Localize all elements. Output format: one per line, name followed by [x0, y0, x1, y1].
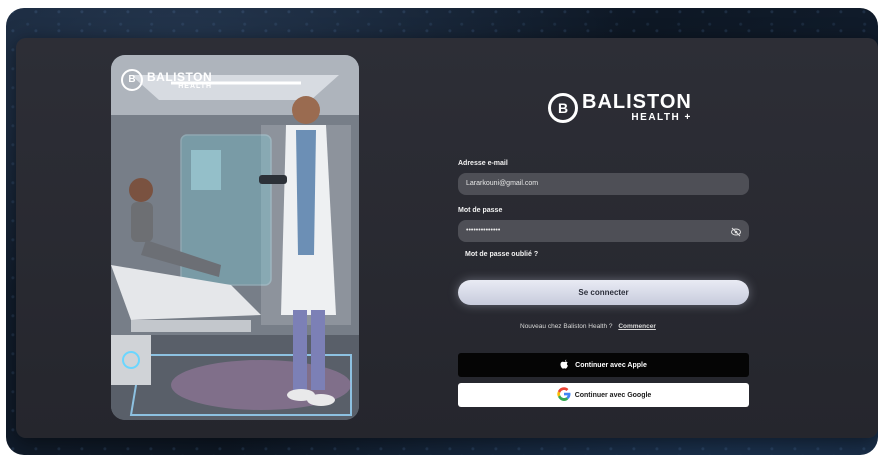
login-button[interactable]: Se connecter	[458, 280, 749, 305]
password-label: Mot de passe	[458, 207, 503, 214]
brand-logo: B BALISTON HEALTH +	[548, 92, 692, 123]
forgot-password-link[interactable]: Mot de passe oublié ?	[465, 251, 538, 258]
logo-wordmark: BALISTON	[147, 69, 213, 84]
google-icon	[556, 386, 572, 404]
illustration-logo: B BALISTON HEALTH	[121, 69, 212, 91]
password-value: ••••••••••••••	[466, 227, 501, 234]
brand-mark-icon: B	[548, 92, 578, 123]
email-label: Adresse e-mail	[458, 160, 508, 167]
password-field[interactable]: ••••••••••••••	[458, 220, 749, 242]
hero-illustration: B BALISTON HEALTH	[111, 55, 359, 420]
plus-icon: +	[684, 112, 692, 123]
signup-text: Nouveau chez Baliston Health ?	[520, 323, 613, 330]
signup-link[interactable]: Commencer	[618, 323, 656, 330]
brand-wordmark: BALISTON	[582, 91, 692, 113]
google-signin-button[interactable]: Continuer avec Google	[458, 383, 749, 407]
eye-off-icon[interactable]	[731, 220, 741, 242]
logo-subtitle: HEALTH	[178, 82, 213, 90]
logo-mark-icon: B	[121, 69, 143, 91]
email-value: Lararkouni@gmail.com	[466, 180, 539, 187]
apple-signin-label: Continuer avec Apple	[575, 361, 647, 369]
brand-subtitle: HEALTH	[631, 112, 681, 123]
signup-prompt: Nouveau chez Baliston Health ? Commencer	[520, 323, 656, 330]
apple-signin-button[interactable]: Continuer avec Apple	[458, 353, 749, 377]
apple-icon	[560, 359, 569, 372]
clinic-scene-illustration	[111, 55, 359, 420]
google-signin-label: Continuer avec Google	[574, 391, 652, 399]
email-field[interactable]: Lararkouni@gmail.com	[458, 173, 749, 195]
